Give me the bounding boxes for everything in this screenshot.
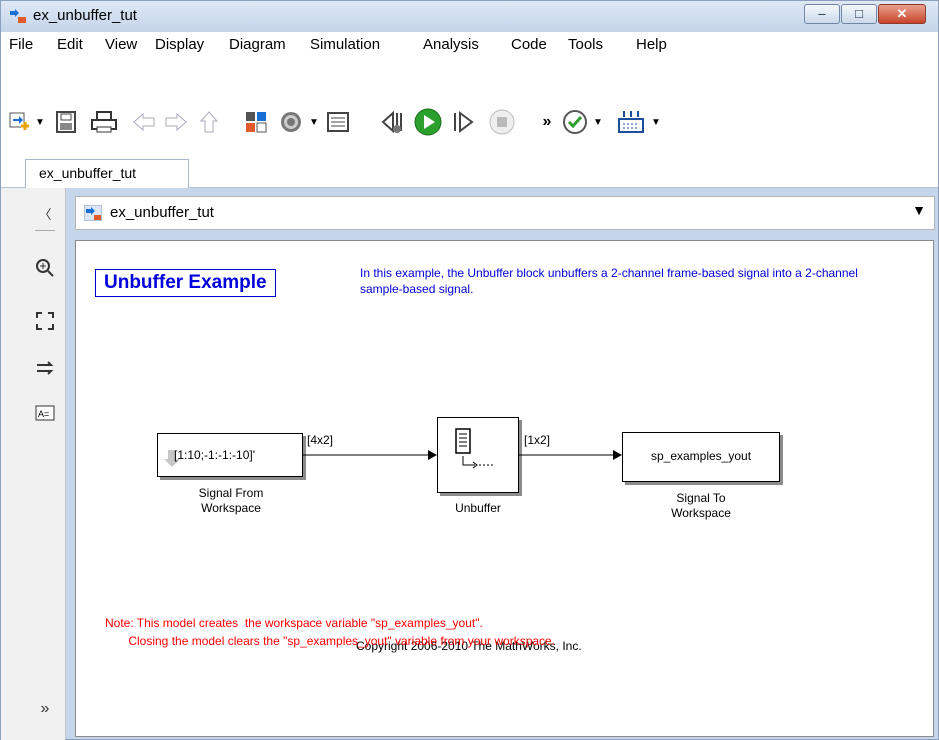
address-bar[interactable]: ex_unbuffer_tut ▼: [75, 196, 935, 230]
menu-view[interactable]: View: [105, 36, 137, 53]
back-arrow-icon: [133, 112, 155, 132]
tab-label: ex_unbuffer_tut: [39, 165, 137, 181]
minimize-icon: –: [818, 6, 826, 21]
step-forward-button[interactable]: [449, 106, 477, 138]
hide-explorer-button[interactable]: 〈: [35, 204, 55, 224]
window-title: ex_unbuffer_tut: [33, 7, 137, 24]
build-dropdown[interactable]: ▼: [649, 106, 663, 138]
address-dropdown-icon[interactable]: ▼: [912, 202, 926, 218]
zoom-icon: [36, 259, 54, 277]
maximize-button[interactable]: □: [841, 4, 877, 24]
simulink-model-icon: [10, 9, 26, 23]
model-advisor-button[interactable]: [561, 106, 589, 138]
new-model-dropdown[interactable]: ▼: [33, 106, 47, 138]
back-button[interactable]: [131, 106, 157, 138]
check-circle-icon: [563, 110, 587, 134]
run-icon: [414, 108, 442, 136]
step-back-button[interactable]: [377, 106, 407, 138]
print-icon: [91, 111, 117, 133]
menu-analysis[interactable]: Analysis: [423, 36, 479, 53]
model-explorer-icon: [327, 112, 349, 132]
save-icon: [56, 111, 76, 133]
svg-text:A=: A=: [38, 409, 49, 419]
toolbar-overflow-button[interactable]: »: [537, 106, 557, 138]
menu-tools[interactable]: Tools: [568, 36, 603, 53]
model-canvas[interactable]: Unbuffer Example In this example, the Un…: [75, 240, 934, 737]
menu-display[interactable]: Display: [155, 36, 204, 53]
close-icon: ✕: [896, 6, 908, 21]
menu-simulation[interactable]: Simulation: [310, 36, 380, 53]
menu-diagram[interactable]: Diagram: [229, 36, 286, 53]
maximize-icon: □: [855, 6, 863, 21]
signal-dim-label-1x2: [1x2]: [524, 433, 551, 447]
menu-bar: File Edit View Display Diagram Simulatio…: [1, 31, 938, 58]
minimize-button[interactable]: –: [804, 4, 840, 24]
run-button[interactable]: [413, 106, 443, 138]
zoom-button[interactable]: [35, 258, 55, 278]
arrange-button[interactable]: [35, 358, 55, 378]
arrowhead-icon: [613, 450, 622, 460]
simulink-model-icon: [84, 205, 102, 221]
note-annotation: Note: This model creates the workspace v…: [105, 616, 556, 648]
model-settings-dropdown[interactable]: ▼: [307, 106, 321, 138]
model-path: ex_unbuffer_tut: [110, 204, 214, 221]
fit-to-view-button[interactable]: [35, 311, 55, 331]
arrowhead-icon: [428, 450, 437, 460]
print-button[interactable]: [89, 106, 119, 138]
up-arrow-icon: [199, 111, 219, 133]
tab-ex-unbuffer-tut[interactable]: ex_unbuffer_tut: [25, 159, 189, 188]
signal-lines: [303, 450, 622, 460]
model-advisor-dropdown[interactable]: ▼: [591, 106, 605, 138]
annotation-icon: A=: [35, 405, 55, 421]
menu-file[interactable]: File: [9, 36, 33, 53]
fit-to-view-icon: [36, 312, 54, 330]
signal-dim-label-4x2: [4x2]: [307, 433, 334, 447]
title-bar[interactable]: ex_unbuffer_tut – □ ✕: [1, 1, 938, 31]
signal-line-source-to-unbuffer[interactable]: [303, 450, 437, 460]
menu-help[interactable]: Help: [636, 36, 667, 53]
signal-line-unbuffer-to-sink[interactable]: [519, 450, 622, 460]
annotation-button[interactable]: A=: [35, 403, 55, 423]
menu-edit[interactable]: Edit: [57, 36, 83, 53]
save-button[interactable]: [53, 106, 79, 138]
stop-button[interactable]: [487, 106, 517, 138]
library-browser-icon: [246, 112, 267, 133]
arrange-arrows-icon: [37, 361, 54, 375]
model-explorer-button[interactable]: [325, 106, 351, 138]
forward-arrow-icon: [165, 112, 187, 132]
up-button[interactable]: [197, 106, 221, 138]
step-back-icon: [381, 110, 402, 134]
step-forward-icon: [454, 111, 474, 133]
new-model-button[interactable]: [7, 106, 31, 138]
forward-button[interactable]: [163, 106, 189, 138]
library-browser-button[interactable]: [243, 106, 269, 138]
new-model-icon: [9, 112, 29, 130]
menu-code[interactable]: Code: [511, 36, 547, 53]
stop-icon: [489, 109, 515, 135]
palette-sidebar: 〈 A= »: [1, 188, 66, 740]
build-button[interactable]: [615, 106, 647, 138]
palette-divider: [35, 230, 55, 231]
build-icon: [618, 111, 644, 133]
chevron-right-double-icon: »: [542, 113, 552, 130]
gear-icon: [281, 112, 301, 132]
circle-arrow-left-icon: 〈: [38, 207, 52, 222]
model-settings-button[interactable]: [277, 106, 305, 138]
application-window: ex_unbuffer_tut – □ ✕ File Edit View Dis…: [0, 0, 939, 740]
chevron-double-right-icon: »: [40, 700, 50, 717]
close-button[interactable]: ✕: [878, 4, 926, 24]
expand-palette-button[interactable]: »: [35, 700, 55, 720]
